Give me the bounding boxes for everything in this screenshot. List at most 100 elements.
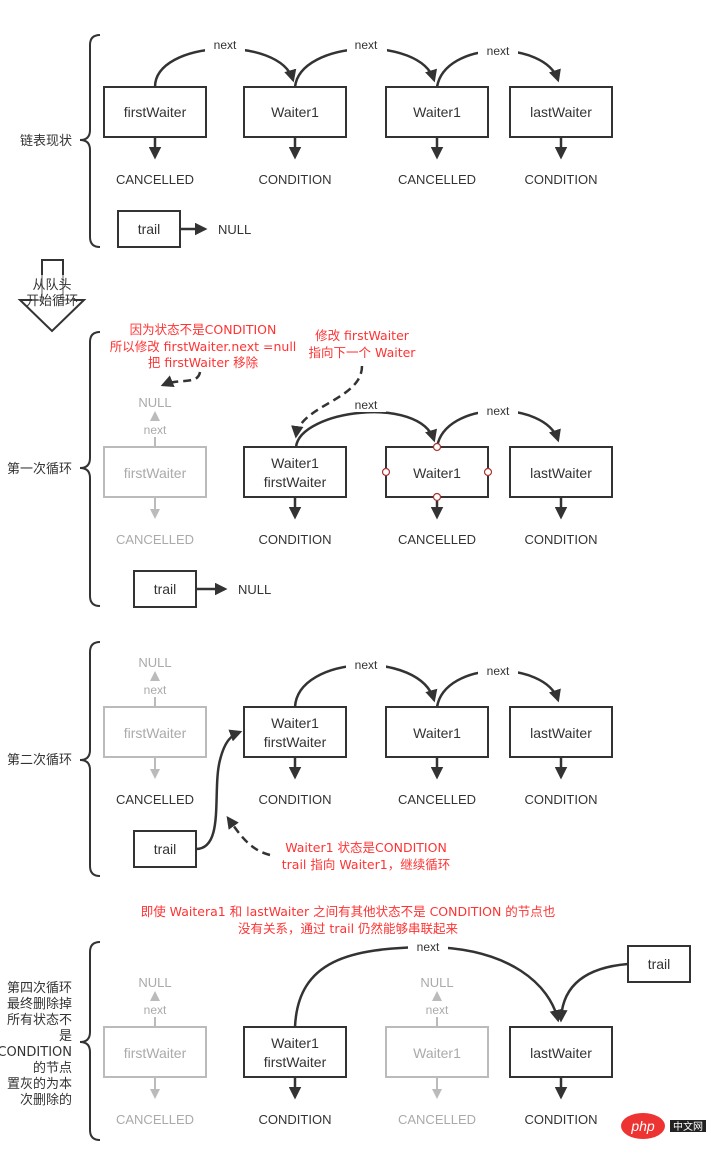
note-line: 修改 firstWaiter — [315, 328, 410, 343]
next-label: next — [355, 398, 378, 412]
next-label: next — [487, 44, 510, 58]
svg-text:从队头: 从队头 — [32, 278, 71, 293]
selection-handle — [432, 492, 442, 502]
selection-handle — [483, 467, 493, 477]
section-fourth-loop: 即使 Waitera1 和 lastWaiter 之间有其他状态不是 CONDI… — [0, 904, 691, 1141]
note-line: 没有关系，通过 trail 仍然能够串联起来 — [238, 921, 459, 936]
node-waiter1-removed: Waiter1 — [385, 1026, 489, 1078]
node-lastWaiter: lastWaiter — [509, 86, 613, 138]
node-firstWaiter-removed: firstWaiter — [103, 446, 207, 498]
null-label: NULL — [218, 222, 251, 237]
section-label: 第二次循环 — [7, 752, 72, 768]
status-label: CONDITION — [525, 792, 598, 807]
brace — [79, 941, 101, 1141]
svg-text:是: 是 — [59, 1029, 72, 1044]
null-label: NULL — [138, 975, 171, 990]
note-line: 因为状态不是CONDITION — [130, 322, 277, 337]
next-arrow — [153, 47, 297, 88]
status-label: CANCELLED — [116, 532, 194, 547]
svg-text:Waiter1: Waiter1 — [271, 104, 319, 120]
status-label: CANCELLED — [398, 792, 476, 807]
status-label: CANCELLED — [398, 1112, 476, 1127]
status-label: CONDITION — [525, 532, 598, 547]
node-waiter1-firstWaiter: Waiter1 firstWaiter — [243, 706, 347, 758]
svg-text:firstWaiter: firstWaiter — [264, 474, 327, 490]
null-label: NULL — [420, 975, 453, 990]
svg-text:次删除的: 次删除的 — [20, 1092, 72, 1108]
note-line: 即使 Waitera1 和 lastWaiter 之间有其他状态不是 CONDI… — [141, 904, 556, 919]
next-label: next — [487, 664, 510, 678]
status-label: CONDITION — [259, 792, 332, 807]
status-label: CONDITION — [259, 1112, 332, 1127]
note-line: Waiter1 状态是CONDITION — [285, 840, 447, 855]
next-label: next — [426, 1003, 449, 1017]
node-trail: trail — [133, 830, 197, 868]
node-waiter1-firstWaiter: Waiter1 firstWaiter — [243, 1026, 347, 1078]
section-label: 第四次循环 最终删除掉 所有状态不 是 CONDITION 的节点 置灰的为本 … — [0, 980, 72, 1108]
selection-handle — [381, 467, 391, 477]
node-firstWaiter: firstWaiter — [103, 86, 207, 138]
section-second-loop: 第二次循环 NULL next next next firstWaiter Wa… — [7, 641, 613, 877]
svg-text:Waiter1: Waiter1 — [413, 465, 461, 481]
section-label: 链表现状 — [20, 134, 72, 149]
trail-pointer-arrow — [555, 962, 629, 1023]
svg-text:CONDITION: CONDITION — [0, 1045, 72, 1060]
brace — [79, 641, 101, 877]
node-trail: trail — [627, 945, 691, 983]
svg-text:Waiter1: Waiter1 — [271, 1035, 319, 1051]
brace — [79, 331, 101, 607]
svg-text:Waiter1: Waiter1 — [271, 715, 319, 731]
selection-handle — [432, 442, 442, 452]
next-label: next — [355, 658, 378, 672]
note-line: 指向下一个 Waiter — [309, 345, 417, 360]
node-trail: trail — [117, 210, 181, 248]
section-label: 第一次循环 — [7, 461, 72, 477]
null-label: NULL — [238, 582, 271, 597]
section-first-loop: 第一次循环 因为状态不是CONDITION 所以修改 firstWaiter.n… — [7, 322, 613, 608]
status-label: CONDITION — [259, 172, 332, 187]
svg-text:firstWaiter: firstWaiter — [124, 1045, 187, 1061]
svg-text:trail: trail — [154, 841, 177, 857]
status-label: CONDITION — [259, 532, 332, 547]
section-current-state: 链表现状 next next next firstWaiter Waiter1 … — [20, 34, 613, 248]
note-line: 把 firstWaiter 移除 — [148, 355, 259, 370]
status-label: CANCELLED — [398, 532, 476, 547]
dashed-arrow — [226, 815, 271, 857]
svg-text:开始循环: 开始循环 — [26, 294, 78, 309]
node-trail: trail — [133, 570, 197, 608]
svg-text:firstWaiter: firstWaiter — [124, 104, 187, 120]
svg-text:lastWaiter: lastWaiter — [530, 104, 592, 120]
node-waiter1-selected: Waiter1 — [381, 442, 493, 502]
next-label: next — [214, 38, 237, 52]
node-firstWaiter-removed: firstWaiter — [103, 706, 207, 758]
status-label: CANCELLED — [116, 172, 194, 187]
next-label: next — [355, 38, 378, 52]
watermark: php 中文网 — [621, 1113, 706, 1139]
svg-text:Waiter1: Waiter1 — [413, 104, 461, 120]
next-label: next — [144, 423, 167, 437]
next-arrow — [293, 47, 437, 88]
svg-text:第四次循环: 第四次循环 — [7, 980, 72, 996]
svg-text:最终删除掉: 最终删除掉 — [7, 996, 72, 1012]
svg-text:firstWaiter: firstWaiter — [124, 465, 187, 481]
node-waiter1: Waiter1 — [385, 706, 489, 758]
status-label: CONDITION — [525, 172, 598, 187]
svg-text:置灰的为本: 置灰的为本 — [7, 1076, 72, 1092]
status-label: CANCELLED — [116, 1112, 194, 1127]
brace — [79, 34, 101, 248]
node-waiter1: Waiter1 — [385, 86, 489, 138]
status-label: CANCELLED — [116, 792, 194, 807]
svg-text:lastWaiter: lastWaiter — [530, 1045, 592, 1061]
svg-text:lastWaiter: lastWaiter — [530, 465, 592, 481]
status-label: CANCELLED — [398, 172, 476, 187]
null-label: NULL — [138, 395, 171, 410]
null-label: NULL — [138, 655, 171, 670]
note-line: trail 指向 Waiter1，继续循环 — [282, 857, 450, 872]
next-label: next — [417, 940, 440, 954]
loop-start-arrow: 从队头 开始循环 — [17, 259, 87, 333]
next-label: next — [144, 1003, 167, 1017]
svg-text:Waiter1: Waiter1 — [413, 1045, 461, 1061]
next-label: next — [144, 683, 167, 697]
dashed-arrow — [160, 371, 202, 387]
node-firstWaiter-removed: firstWaiter — [103, 1026, 207, 1078]
